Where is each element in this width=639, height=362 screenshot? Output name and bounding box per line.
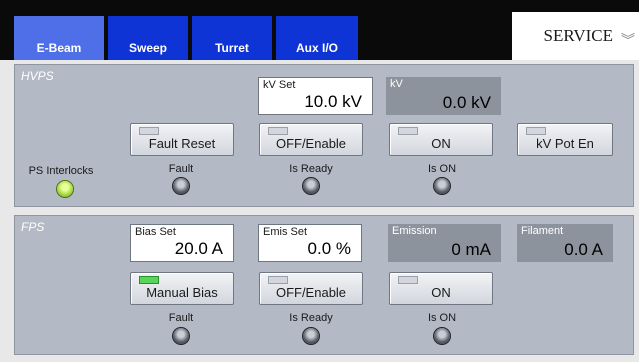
bias-set-value: 20.0 A	[174, 239, 223, 258]
kv-set-label: kV Set	[263, 79, 296, 91]
hvps-is-on-light	[434, 178, 450, 194]
button-led	[398, 127, 418, 135]
tab-sweep[interactable]: Sweep	[108, 16, 188, 60]
manual-bias-button[interactable]: Manual Bias	[130, 272, 234, 305]
fps-is-ready-label: Is Ready	[289, 312, 333, 324]
bias-set-label: Bias Set	[135, 226, 176, 238]
fps-is-on-label: Is ON	[427, 312, 457, 324]
hvps-on-button[interactable]: ON	[389, 123, 493, 156]
kv-label: kV	[390, 78, 403, 90]
button-label: Fault Reset	[148, 136, 216, 151]
control-screen: E-Beam Sweep Turret Aux I/O SERVICE ︾ HV…	[0, 0, 639, 362]
emis-set-field[interactable]: Emis Set 0.0 %	[258, 224, 362, 262]
fps-panel: FPS Bias Set 20.0 A Emis Set 0.0 % Emiss…	[14, 215, 634, 355]
ps-interlocks-light	[57, 181, 73, 197]
hvps-is-ready-light	[303, 178, 319, 194]
fault-reset-button[interactable]: Fault Reset	[130, 123, 234, 156]
button-label: ON	[431, 136, 451, 151]
hvps-fault-label: Fault	[168, 163, 194, 175]
tab-label: Sweep	[128, 41, 167, 55]
fps-on-button[interactable]: ON	[389, 272, 493, 305]
tab-e-beam[interactable]: E-Beam	[14, 16, 104, 60]
fps-fault-light	[173, 328, 189, 344]
tab-aux-io[interactable]: Aux I/O	[276, 16, 358, 60]
hvps-fault-light	[173, 178, 189, 194]
tab-label: E-Beam	[36, 41, 82, 55]
tab-label: Turret	[215, 41, 249, 55]
panel-title: HVPS	[21, 69, 54, 83]
hvps-panel: HVPS kV Set 10.0 kV kV 0.0 kV Fault Rese…	[14, 64, 634, 207]
filament-label: Filament	[521, 225, 564, 237]
emission-label: Emission	[392, 225, 437, 237]
tab-label: Aux I/O	[295, 41, 338, 55]
button-label: kV Pot En	[536, 136, 594, 151]
emission-readout: Emission 0 mA	[388, 224, 501, 262]
hvps-off-enable-button[interactable]: OFF/Enable	[259, 123, 363, 156]
kv-set-value: 10.0 kV	[304, 92, 362, 111]
hvps-is-on-label: Is ON	[427, 163, 457, 175]
emis-set-label: Emis Set	[263, 226, 308, 238]
service-label: SERVICE	[543, 26, 613, 45]
fps-off-enable-button[interactable]: OFF/Enable	[259, 272, 363, 305]
ps-interlocks-label: PS Interlocks	[28, 165, 94, 177]
button-label: Manual Bias	[146, 285, 218, 300]
button-led	[526, 127, 546, 135]
filament-readout: Filament 0.0 A	[517, 224, 613, 262]
fps-is-on-light	[434, 328, 450, 344]
emission-value: 0 mA	[451, 240, 491, 259]
hvps-is-ready-label: Is Ready	[289, 163, 333, 175]
button-led	[268, 276, 288, 284]
button-label: OFF/Enable	[275, 136, 347, 151]
button-led	[139, 276, 159, 284]
emis-set-value: 0.0 %	[307, 239, 351, 258]
chevron-down-icon: ︾	[621, 34, 635, 49]
kv-pot-en-button[interactable]: kV Pot En	[517, 123, 613, 156]
fps-is-ready-light	[303, 328, 319, 344]
button-label: OFF/Enable	[275, 285, 347, 300]
kv-value: 0.0 kV	[442, 93, 491, 112]
button-led	[139, 127, 159, 135]
button-led	[398, 276, 418, 284]
kv-set-field[interactable]: kV Set 10.0 kV	[258, 77, 373, 115]
bias-set-field[interactable]: Bias Set 20.0 A	[130, 224, 234, 262]
service-menu[interactable]: SERVICE ︾	[512, 12, 639, 60]
button-led	[268, 127, 288, 135]
panel-title: FPS	[21, 220, 45, 234]
fps-fault-label: Fault	[168, 312, 194, 324]
filament-value: 0.0 A	[564, 240, 603, 259]
tab-turret[interactable]: Turret	[192, 16, 272, 60]
button-label: ON	[431, 285, 451, 300]
kv-readout: kV 0.0 kV	[386, 77, 501, 115]
